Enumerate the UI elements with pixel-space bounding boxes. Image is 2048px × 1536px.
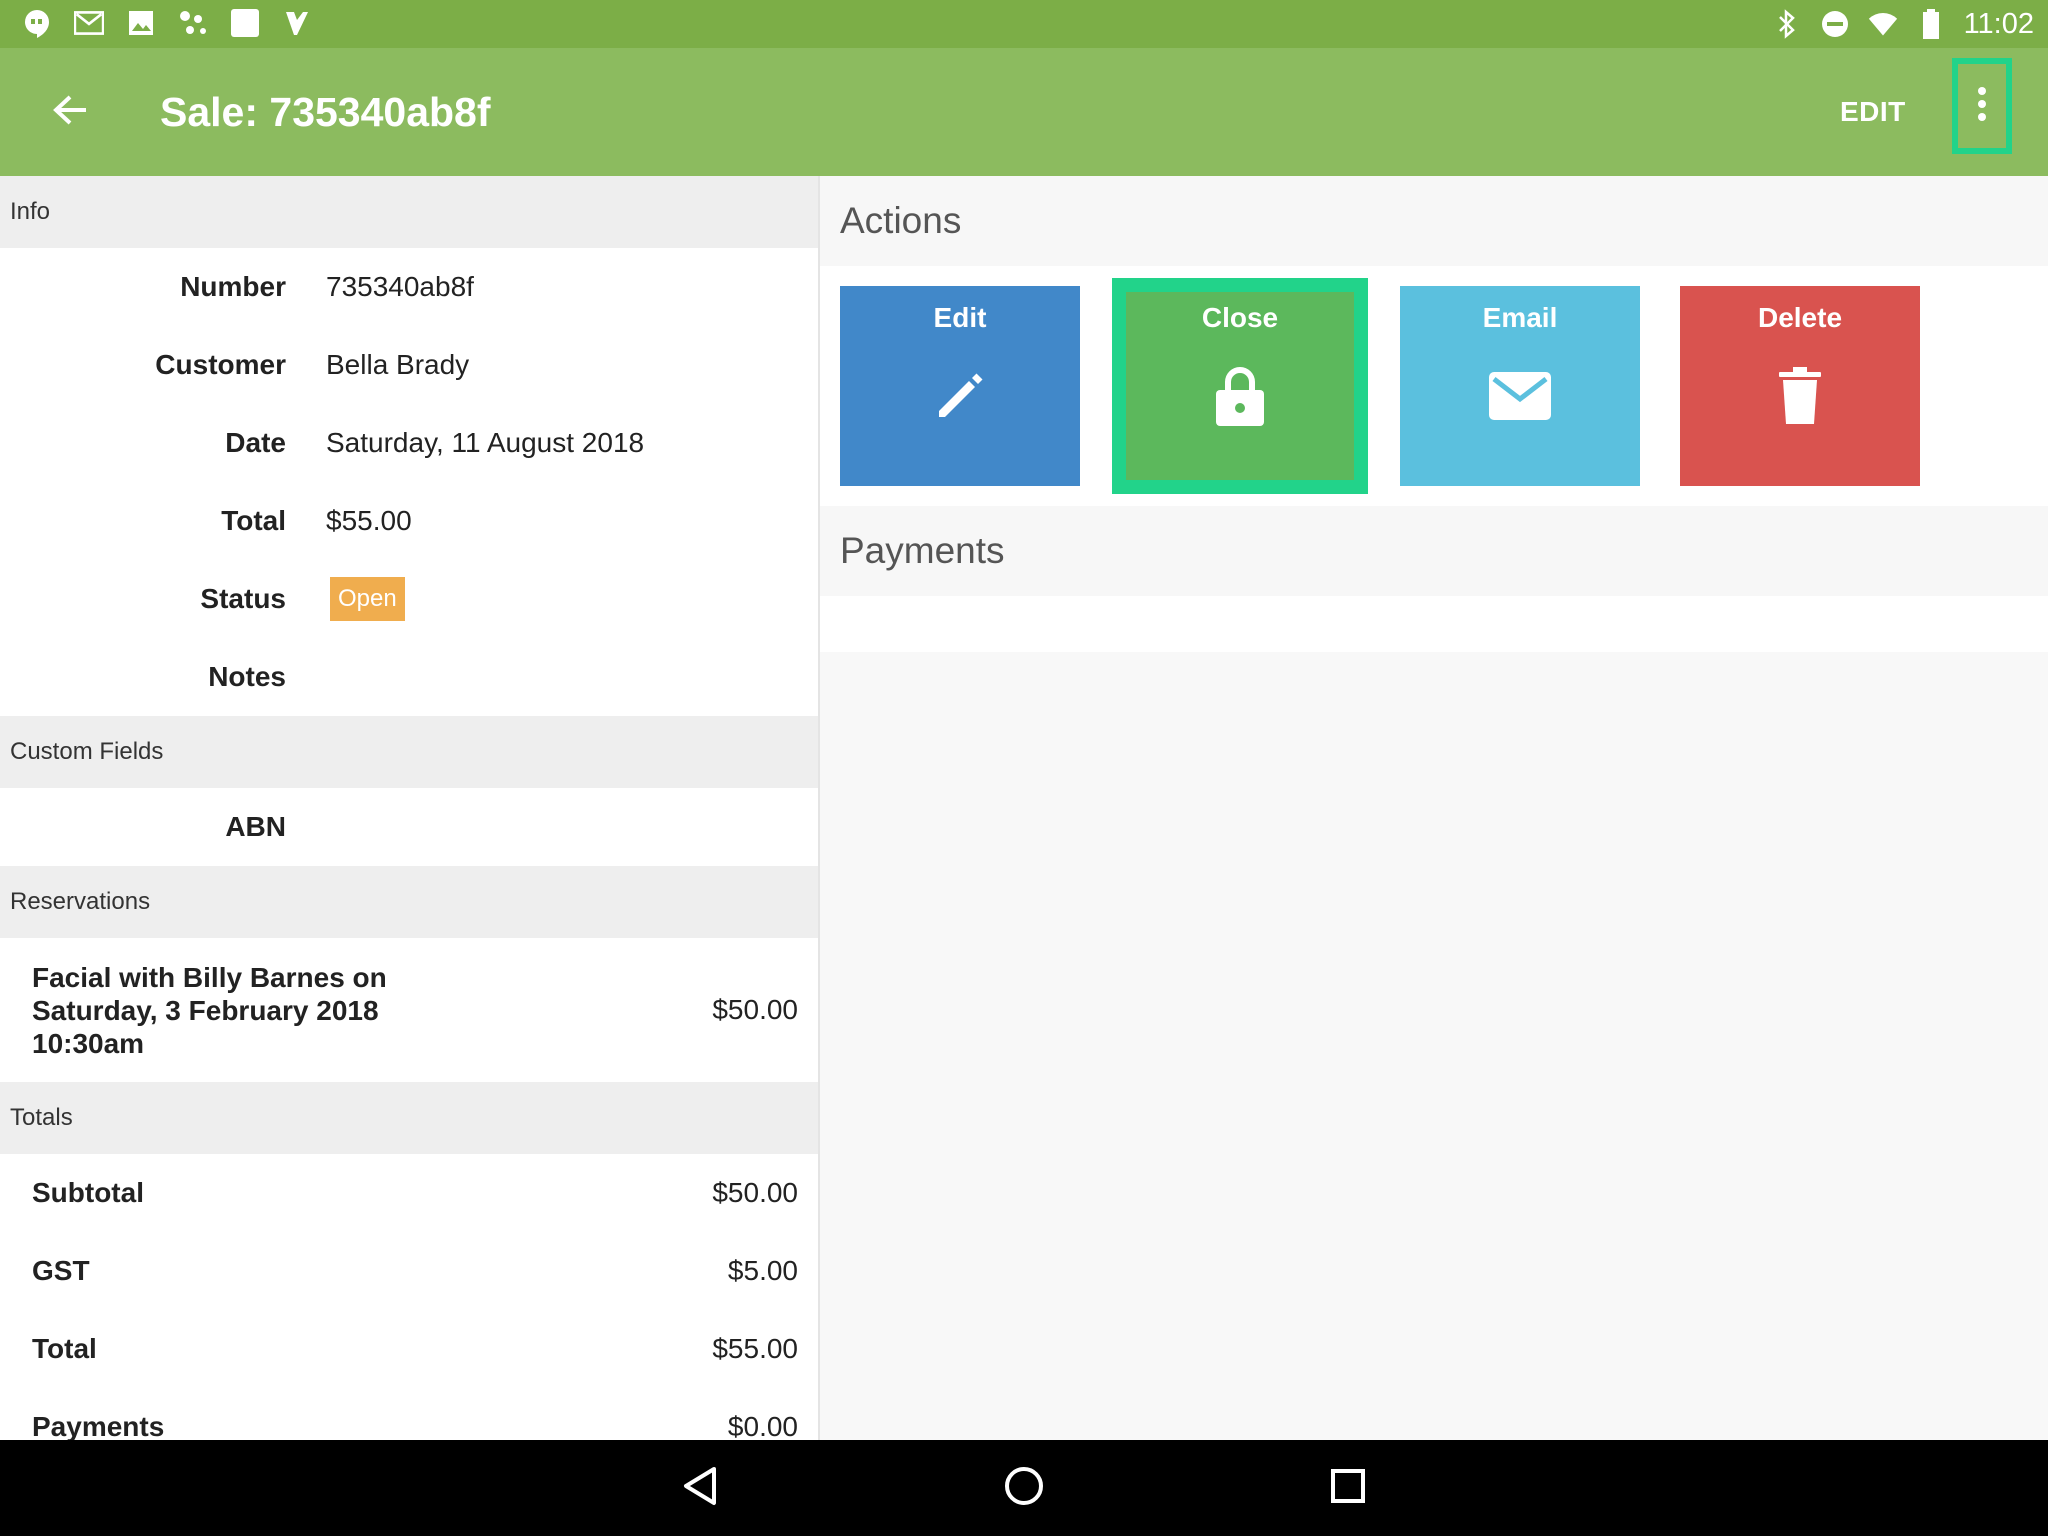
- pencil-icon: [920, 356, 1000, 436]
- reservation-price: $50.00: [712, 994, 798, 1025]
- close-sale-button[interactable]: Close: [1112, 278, 1368, 494]
- arrow-left-icon: [52, 94, 88, 131]
- field-value: Bella Brady: [326, 349, 470, 380]
- actions-title: Actions: [820, 176, 2048, 266]
- field-label: Date: [225, 427, 286, 458]
- field-label: Total: [221, 505, 286, 536]
- actions-row: Edit Close Email Delete: [820, 266, 2048, 506]
- field-label: ABN: [225, 811, 286, 842]
- total-row-total: Total $55.00: [0, 1310, 818, 1388]
- field-row-notes: Notes: [0, 638, 818, 716]
- field-value: 735340ab8f: [326, 271, 474, 302]
- status-bar: 11:02: [0, 0, 2048, 48]
- action-label: Email: [1482, 302, 1558, 333]
- total-label: Payments: [32, 1411, 165, 1440]
- square-icon: [230, 8, 260, 38]
- reservation-description: Facial with Billy Barnes on Saturday, 3 …: [32, 961, 387, 1059]
- back-button[interactable]: [42, 86, 98, 138]
- status-time: 11:02: [1963, 8, 2034, 40]
- bluetooth-icon: [1772, 9, 1802, 39]
- actions-panel: Actions Edit Close Email Delete Payments: [820, 176, 2048, 1440]
- total-value: $0.00: [727, 1411, 798, 1440]
- field-label: Customer: [155, 349, 286, 380]
- trash-icon: [1760, 356, 1840, 436]
- total-value: $5.00: [727, 1255, 798, 1286]
- field-row-status: Status Open: [0, 560, 818, 638]
- email-sale-button[interactable]: Email: [1400, 286, 1640, 486]
- nav-home-button[interactable]: [998, 1462, 1050, 1514]
- payments-list: [820, 596, 2048, 652]
- action-label: Edit: [933, 302, 987, 333]
- custom-fields-header: Custom Fields: [0, 716, 818, 788]
- total-value: $55.00: [712, 1333, 798, 1364]
- field-label: Notes: [208, 661, 286, 692]
- action-label: Delete: [1757, 302, 1843, 333]
- more-vert-icon: [1977, 86, 1987, 127]
- triangle-back-icon: [682, 1466, 718, 1511]
- hangouts-icon: [22, 8, 52, 38]
- page-title: Sale: 735340ab8f: [160, 89, 491, 135]
- sale-details-panel: Info Number 735340ab8f Customer Bella Br…: [0, 176, 820, 1440]
- info-header: Info: [0, 176, 818, 248]
- total-label: Total: [32, 1333, 97, 1364]
- field-label: Number: [180, 271, 286, 302]
- action-label: Close: [1201, 302, 1279, 333]
- checkmark-icon: [282, 8, 312, 38]
- field-row-total: Total $55.00: [0, 482, 818, 560]
- circle-home-icon: [1004, 1466, 1044, 1511]
- battery-icon: [1916, 9, 1946, 39]
- edit-action-button[interactable]: EDIT: [1840, 96, 1906, 128]
- total-row-gst: GST $5.00: [0, 1232, 818, 1310]
- photos-icon: [126, 8, 156, 38]
- reservation-item[interactable]: Facial with Billy Barnes on Saturday, 3 …: [0, 938, 818, 1082]
- nav-recents-button[interactable]: [1322, 1462, 1374, 1514]
- field-row-date: Date Saturday, 11 August 2018: [0, 404, 818, 482]
- app-bar: Sale: 735340ab8f EDIT: [0, 48, 2048, 176]
- nav-back-button[interactable]: [674, 1462, 726, 1514]
- field-row-abn: ABN: [0, 788, 818, 866]
- app-icon: [178, 8, 208, 38]
- field-value: Saturday, 11 August 2018: [326, 427, 645, 458]
- total-row-subtotal: Subtotal $50.00: [0, 1154, 818, 1232]
- field-label: Status: [200, 583, 286, 614]
- total-label: Subtotal: [32, 1177, 144, 1208]
- total-value: $50.00: [712, 1177, 798, 1208]
- square-recents-icon: [1330, 1468, 1366, 1509]
- payments-title: Payments: [820, 506, 2048, 596]
- status-badge: Open: [330, 577, 405, 621]
- navigation-bar: [0, 1440, 2048, 1536]
- field-row-customer: Customer Bella Brady: [0, 326, 818, 404]
- more-options-button[interactable]: [1952, 58, 2012, 154]
- info-section: Number 735340ab8f Customer Bella Brady D…: [0, 248, 818, 716]
- field-value: $55.00: [326, 505, 412, 536]
- field-row-number: Number 735340ab8f: [0, 248, 818, 326]
- reservations-header: Reservations: [0, 866, 818, 938]
- totals-header: Totals: [0, 1082, 818, 1154]
- total-row-payments: Payments $0.00: [0, 1388, 818, 1440]
- wifi-icon: [1868, 9, 1898, 39]
- total-label: GST: [32, 1255, 90, 1286]
- edit-sale-button[interactable]: Edit: [840, 286, 1080, 486]
- do-not-disturb-icon: [1820, 9, 1850, 39]
- lock-icon: [1200, 356, 1280, 436]
- envelope-icon: [1480, 356, 1560, 436]
- gmail-icon: [74, 8, 104, 38]
- delete-sale-button[interactable]: Delete: [1680, 286, 1920, 486]
